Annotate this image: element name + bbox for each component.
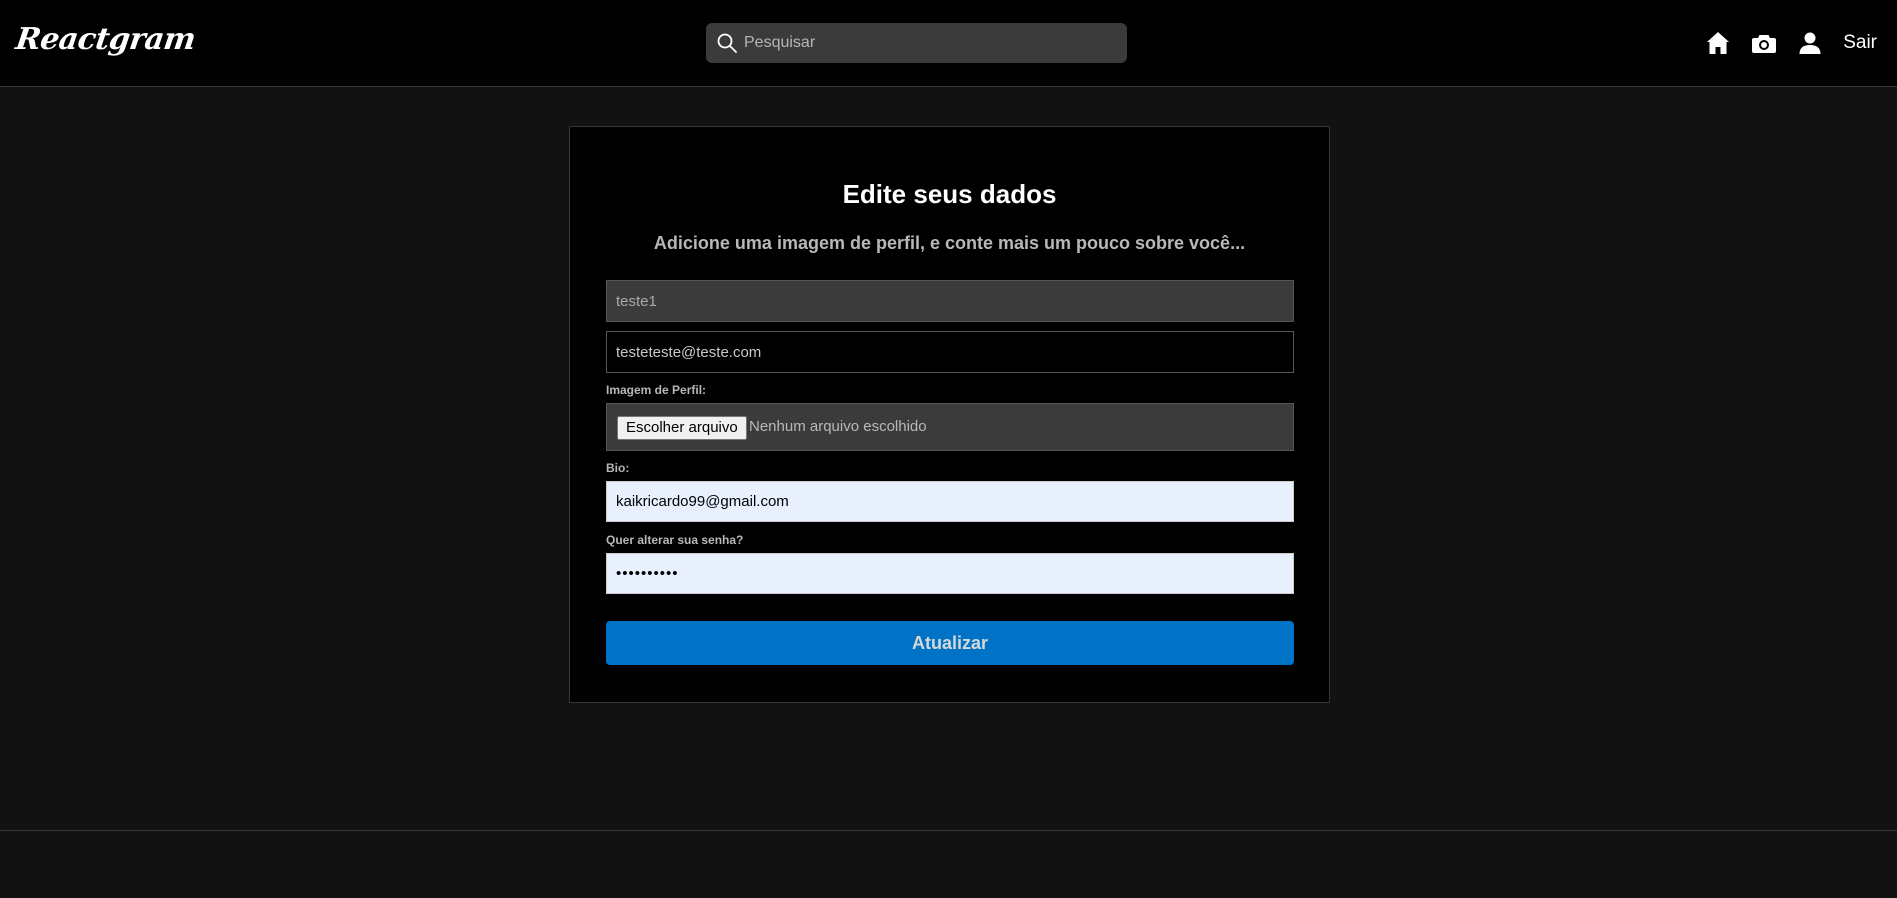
file-status: Nenhum arquivo escolhido (749, 418, 927, 435)
search-input[interactable] (744, 23, 1114, 63)
logo[interactable]: Reactgram (14, 22, 198, 57)
user-icon[interactable] (1797, 30, 1823, 56)
home-icon[interactable] (1705, 30, 1731, 56)
name-field[interactable] (606, 280, 1294, 322)
bio-field[interactable] (606, 481, 1294, 522)
page-title: Edite seus dados (842, 179, 1057, 209)
logout-link[interactable]: Sair (1843, 32, 1877, 54)
navbar: Reactgram Sa (0, 0, 1897, 87)
edit-profile-card: Edite seus dados Adicione uma imagem de … (569, 126, 1330, 703)
search-bar[interactable] (706, 23, 1127, 63)
camera-icon[interactable] (1751, 30, 1777, 56)
update-button[interactable]: Atualizar (606, 621, 1294, 665)
choose-file-button[interactable]: Escolher arquivo (617, 416, 747, 440)
password-label: Quer alterar sua senha? (606, 533, 744, 547)
profile-image-input[interactable]: Escolher arquivo Nenhum arquivo escolhid… (606, 403, 1294, 451)
search-icon (716, 32, 738, 54)
password-field[interactable] (606, 553, 1294, 594)
email-field[interactable] (606, 331, 1294, 373)
footer-divider (0, 830, 1897, 831)
nav-links: Sair (1705, 26, 1877, 60)
profile-image-label: Imagem de Perfil: (606, 383, 707, 397)
bio-label: Bio: (606, 461, 630, 475)
page-subtitle: Adicione uma imagem de perfil, e conte m… (653, 233, 1246, 253)
